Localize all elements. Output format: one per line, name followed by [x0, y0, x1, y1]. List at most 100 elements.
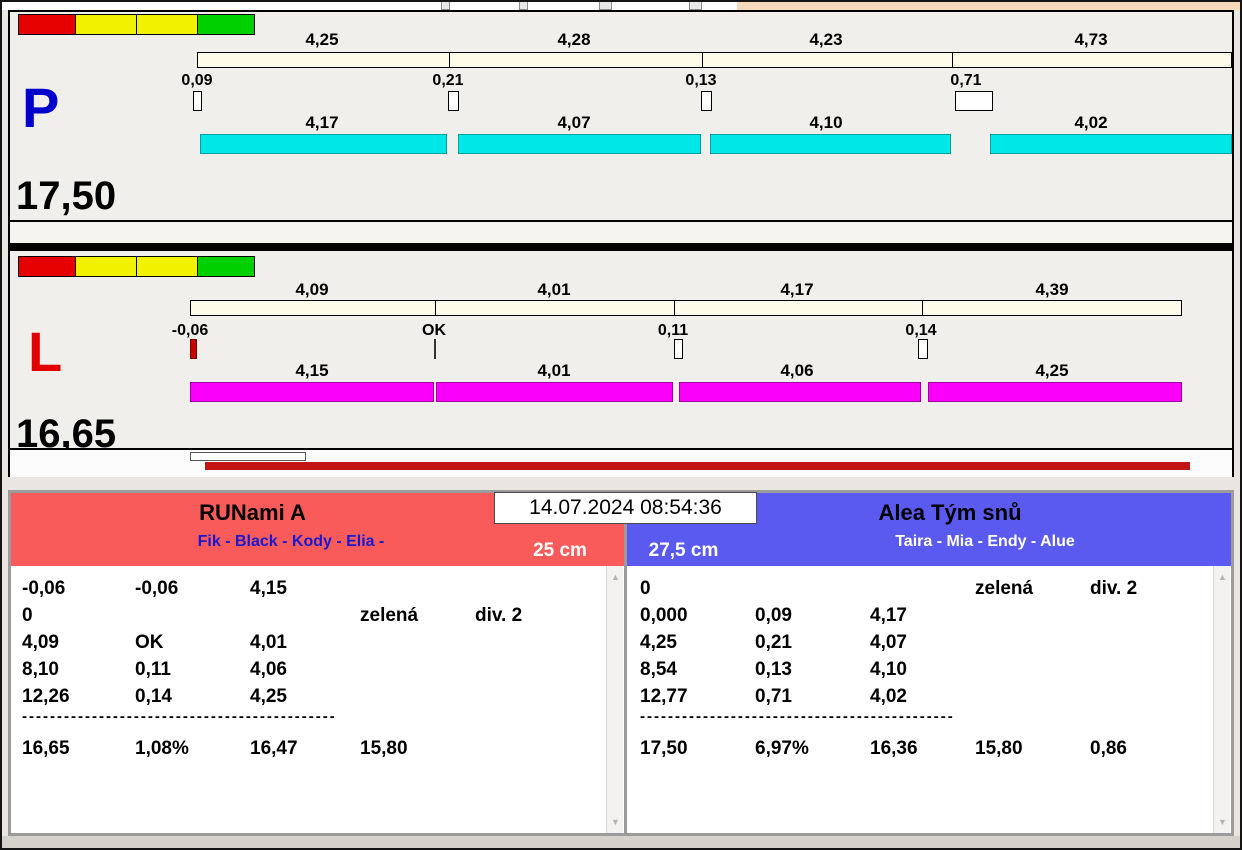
result-cell: 8,10	[22, 659, 59, 680]
result-cell: 4,25	[640, 632, 677, 653]
l-bottom-split: 4,25	[1035, 361, 1069, 380]
p-reaction-diff: 0,71	[950, 72, 982, 89]
team-left-jump-height: 25 cm	[533, 540, 587, 561]
result-cell: 4,09	[22, 632, 59, 653]
status-light-green-icon	[198, 257, 254, 276]
p-reaction-tick	[448, 91, 459, 111]
team-left-members: Fik - Black - Kody - Elia -	[197, 533, 385, 550]
start-lights-l	[18, 256, 255, 277]
status-light-yellow-icon	[137, 15, 198, 34]
result-cell: OK	[135, 632, 164, 653]
result-cell: 12,77	[640, 686, 688, 707]
l-bottom-split: 4,01	[537, 361, 571, 380]
right-panel-scrollbar[interactable]: ▲ ▼	[1213, 566, 1230, 833]
scroll-up-icon[interactable]: ▲	[607, 570, 624, 584]
result-cell: 4,01	[250, 632, 287, 653]
result-cell: 0	[22, 605, 33, 626]
result-cell: 0,21	[755, 632, 792, 653]
result-cell: 12,26	[22, 686, 70, 707]
result-cell: 0,13	[755, 659, 792, 680]
summary-cell: 6,97%	[755, 738, 809, 759]
cutoff-window-element	[519, 1, 528, 10]
summary-cell: 15,80	[975, 738, 1023, 759]
l-reaction-tick	[918, 339, 928, 359]
l-reaction-diff: 0,11	[657, 322, 689, 339]
summary-cell: 15,80	[360, 738, 408, 759]
progress-marker-box	[190, 452, 306, 461]
p-dog-bar	[990, 134, 1232, 154]
result-cell: -0,06	[22, 578, 66, 599]
l-split-bar	[190, 300, 1182, 316]
summary-cell: 16,47	[250, 738, 298, 759]
l-bottom-split: 4,15	[295, 361, 329, 380]
result-cell: zelená	[360, 605, 419, 626]
scroll-down-icon[interactable]: ▼	[607, 815, 624, 829]
result-cell: 4,02	[870, 686, 907, 707]
l-top-split: 4,09	[295, 280, 329, 299]
top-window-strip	[2, 2, 737, 10]
scroll-down-icon[interactable]: ▼	[1214, 815, 1231, 829]
cutoff-window-element	[689, 1, 702, 10]
result-cell: zelená	[975, 578, 1034, 599]
p-bottom-split: 4,02	[1074, 113, 1108, 132]
result-cell: 4,15	[250, 578, 287, 599]
result-cell: 0,11	[135, 659, 171, 680]
gap-strip	[8, 477, 1234, 490]
p-reaction-tick	[955, 91, 993, 111]
lane-p-label: P	[22, 76, 60, 139]
p-top-split: 4,25	[305, 30, 339, 49]
lane-separator	[8, 243, 1234, 251]
l-reaction-diff: 0,14	[905, 322, 937, 339]
left-panel-scrollbar[interactable]: ▲ ▼	[606, 566, 623, 833]
p-reaction-diff: 0,09	[181, 72, 213, 89]
p-top-split: 4,73	[1074, 30, 1108, 49]
p-top-split: 4,28	[557, 30, 591, 49]
result-cell: 4,25	[250, 686, 287, 707]
split-bar-divider	[435, 301, 436, 315]
scroll-up-icon[interactable]: ▲	[1214, 570, 1231, 584]
dashed-separator: ----------------------------------------…	[640, 708, 955, 725]
l-total-time: 16,65	[16, 412, 117, 456]
lane-gap-strip	[8, 222, 1234, 243]
status-light-red-icon	[19, 15, 76, 34]
p-bottom-split: 4,10	[809, 113, 843, 132]
summary-cell: 16,36	[870, 738, 918, 759]
summary-cell: 17,50	[640, 738, 688, 759]
status-light-red-icon	[19, 257, 76, 276]
p-split-bar	[197, 52, 1232, 68]
result-cell: -0,06	[135, 578, 179, 599]
p-bottom-split: 4,17	[305, 113, 339, 132]
l-top-split: 4,17	[780, 280, 814, 299]
p-bottom-split: 4,07	[557, 113, 591, 132]
result-cell: 4,10	[870, 659, 907, 680]
result-cell: div. 2	[1090, 578, 1138, 599]
split-bar-divider	[449, 53, 450, 67]
p-reaction-tick	[193, 91, 202, 111]
status-light-yellow-icon	[137, 257, 198, 276]
bottom-window-strip	[2, 836, 1240, 848]
l-reaction-diff: -0,06	[171, 322, 209, 339]
l-reaction-tick	[434, 339, 436, 359]
team-right-jump-height: 27,5 cm	[648, 540, 719, 561]
status-light-yellow-icon	[76, 257, 137, 276]
desktop-background-strip	[737, 2, 1240, 10]
status-light-green-icon	[198, 15, 254, 34]
split-bar-divider	[674, 301, 675, 315]
l-dog-bar	[190, 382, 434, 402]
l-top-split: 4,39	[1035, 280, 1069, 299]
lane-l-label: L	[28, 320, 63, 383]
team-right-members: Taira - Mia - Endy - Alue	[895, 533, 1075, 550]
dashed-separator: ----------------------------------------…	[22, 708, 337, 725]
result-cell: 0,71	[755, 686, 792, 707]
p-dog-bar	[710, 134, 951, 154]
split-bar-divider	[952, 53, 953, 67]
p-reaction-diff: 0,21	[432, 72, 464, 89]
summary-cell: 1,08%	[135, 738, 189, 759]
summary-cell: 0,86	[1090, 738, 1127, 759]
datetime-display: 14.07.2024 08:54:36	[494, 492, 757, 524]
l-dog-bar	[436, 382, 673, 402]
result-cell: 0	[640, 578, 651, 599]
l-bottom-split: 4,06	[780, 361, 814, 380]
cutoff-window-element	[441, 1, 450, 10]
split-bar-divider	[702, 53, 703, 67]
